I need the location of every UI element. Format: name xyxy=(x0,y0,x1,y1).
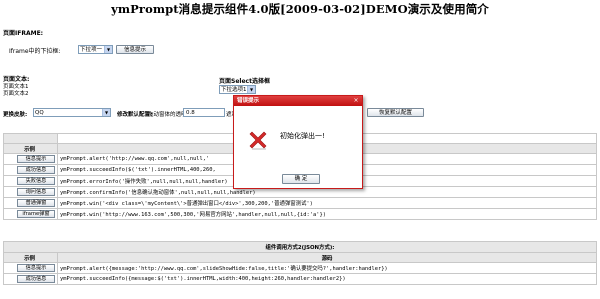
table-cell: 成功信息 xyxy=(3,164,58,176)
chevron-down-icon: ▼ xyxy=(247,86,255,93)
table-header-cell xyxy=(3,133,58,144)
close-icon[interactable]: × xyxy=(352,97,360,105)
restore-default-button[interactable]: 恢复默认配置 xyxy=(367,108,424,117)
iframe-info-button[interactable]: 信息提示 xyxy=(116,45,154,54)
table-cell: 失败信息 xyxy=(3,175,58,187)
info-button[interactable]: 信息提示 xyxy=(17,264,55,272)
error-button[interactable]: 失败信息 xyxy=(17,177,55,185)
dialog-title-bar[interactable]: 错误提示 xyxy=(234,96,362,106)
table-cell: iframe弹窗 xyxy=(3,208,58,220)
code-cell: ymPrompt.alert({message:'http://www.qq.c… xyxy=(57,262,597,274)
table-cell: 询问信息 xyxy=(3,186,58,198)
error-dialog: 错误提示 × 初始化弹出一! 确 定 xyxy=(233,95,363,189)
dialog-title: 错误提示 xyxy=(237,98,260,104)
skin-label: 更换皮肤: xyxy=(3,112,28,118)
table-row: iframe弹窗 ymPrompt.win('http://www.163.co… xyxy=(3,208,597,220)
page-select[interactable]: 下拉选项1 ▼ xyxy=(219,85,256,94)
table-header-row: 示例 源码 xyxy=(3,252,597,263)
select-section-heading: 页面Select选择框 xyxy=(219,78,270,85)
table-header-example: 示例 xyxy=(3,143,58,154)
confirm-button[interactable]: 询问信息 xyxy=(17,188,55,196)
iframe-select-value: 下拉项一 xyxy=(80,47,103,53)
table-header-example: 示例 xyxy=(3,252,58,263)
dialog-message: 初始化弹出一! xyxy=(280,132,325,140)
table-row: 成功信息 ymPrompt.succeedInfo({message:$('tx… xyxy=(3,273,597,285)
section-title: 组件调用方式2(JSON方式): xyxy=(3,241,597,253)
table-cell: 信息提示 xyxy=(3,153,58,165)
success-button[interactable]: 成功信息 xyxy=(17,166,55,174)
config-label: 修改默认配置: xyxy=(117,112,153,118)
code-cell: ymPrompt.succeedInfo({message:$('txt').i… xyxy=(57,273,597,285)
table-row: 信息提示 ymPrompt.alert({message:'http://www… xyxy=(3,262,597,274)
table-header-source: 源码 xyxy=(57,252,597,263)
table-cell: 信息提示 xyxy=(3,262,58,274)
iframe-window-button[interactable]: iframe弹窗 xyxy=(17,210,55,218)
iframe-section-heading: 页面IFRAME: xyxy=(3,30,44,37)
page-select-value: 下拉选项1 xyxy=(221,87,247,93)
opacity-input[interactable]: 0.8 xyxy=(183,108,225,117)
iframe-select-label: Iframe中的下拉框: xyxy=(9,48,61,55)
chevron-down-icon: ▼ xyxy=(102,109,110,116)
table-cell: 普通弹窗 xyxy=(3,197,58,209)
info-button[interactable]: 信息提示 xyxy=(17,155,55,163)
code-cell: ymPrompt.win('http://www.163.com',500,30… xyxy=(57,208,597,220)
table-cell: 成功信息 xyxy=(3,273,58,285)
section-title-row: 组件调用方式2(JSON方式): xyxy=(3,241,597,253)
chevron-down-icon: ▼ xyxy=(104,46,112,53)
skin-select[interactable]: QQ ▼ xyxy=(33,108,111,117)
normal-window-button[interactable]: 普通弹窗 xyxy=(17,199,55,207)
success-button[interactable]: 成功信息 xyxy=(17,275,55,283)
json-examples-table: 组件调用方式2(JSON方式): 示例 源码 信息提示 ymPrompt.ale… xyxy=(3,241,597,285)
skin-select-value: QQ xyxy=(35,110,44,116)
code-cell: ymPrompt.win('<div class=\'myContent\'>普… xyxy=(57,197,597,209)
error-x-icon xyxy=(249,131,267,150)
ok-button[interactable]: 确 定 xyxy=(282,174,320,184)
page-title: ymPrompt消息提示组件4.0版[2009-03-02]DEMO演示及使用简… xyxy=(111,2,489,16)
table-row: 普通弹窗 ymPrompt.win('<div class=\'myConten… xyxy=(3,197,597,209)
iframe-select[interactable]: 下拉项一 ▼ xyxy=(78,45,113,54)
text-line-2: 页面文本2 xyxy=(3,91,29,97)
